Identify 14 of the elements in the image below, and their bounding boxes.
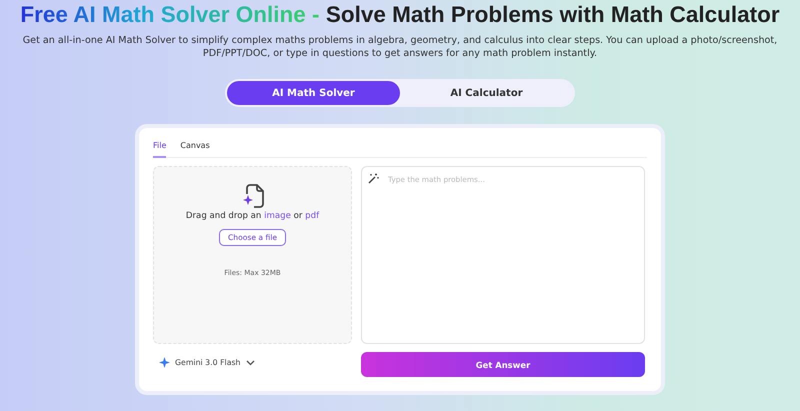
mode-tab[interactable]: AI Math Solver <box>227 81 400 105</box>
input-tab[interactable]: File <box>153 136 166 158</box>
drop-instruction: Drag and drop an <box>186 211 262 221</box>
page-description: Get an all-in-one AI Math Solver to simplify complex maths problems in algebra, geometry, and calculus into clear steps. You can upload a photo/screenshot, PDF/PPT/DOC, or type in questions to get answers for any math problem instantly. <box>22 34 778 60</box>
mode-tab[interactable]: AI Calculator <box>400 81 573 105</box>
image-link[interactable]: image <box>264 211 291 221</box>
drop-instruction: or <box>294 211 302 221</box>
chevron-down-icon <box>246 360 254 366</box>
file-add-icon <box>240 183 264 209</box>
sparkle-icon <box>159 357 170 368</box>
input-tab[interactable]: Canvas <box>180 136 210 158</box>
pdf-link[interactable]: pdf <box>305 211 320 221</box>
get-answer-button[interactable]: Get Answer <box>361 352 645 377</box>
page-title: Free AI Math Solver Online - Solve Math Problems with Math Calculator <box>20 2 780 28</box>
